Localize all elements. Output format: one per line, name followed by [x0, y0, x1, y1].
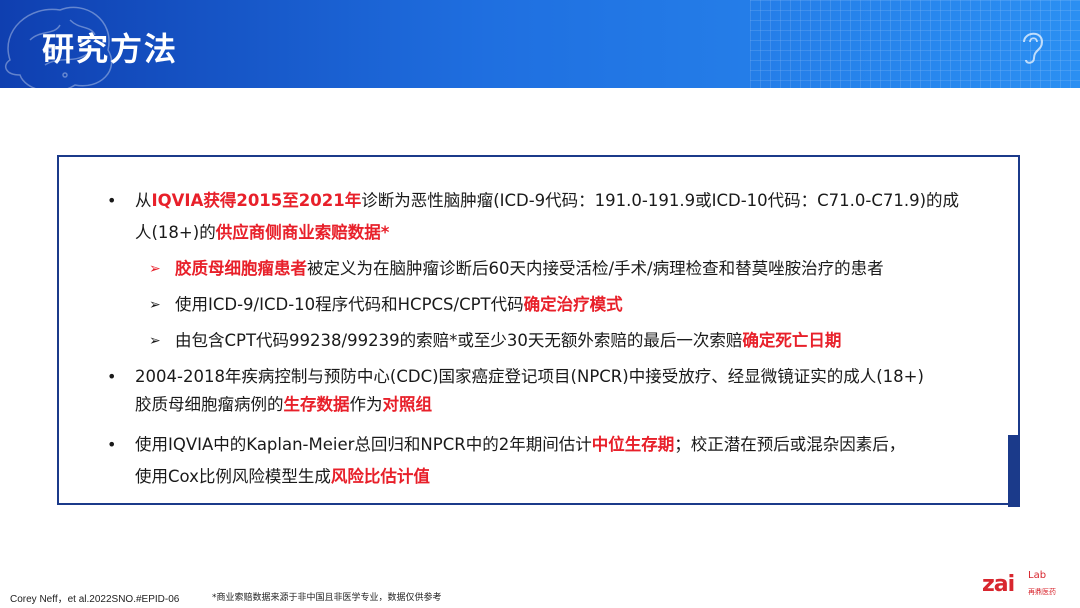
arrow-right-icon: ➢ — [149, 297, 161, 313]
logo-subtext: 再鼎医药 — [1028, 588, 1056, 596]
side-accent-bar — [1008, 435, 1020, 507]
citation: Corey Neff，et al.2022SNO.#EPID-06 — [10, 594, 180, 605]
sub-bullet-item: ➢ 使用ICD-9/ICD-10程序代码和HCPCS/CPT代码确定治疗模式 — [149, 292, 985, 318]
bullet-line: 胶质母细胞瘤病例的生存数据作为对照组 — [135, 395, 432, 414]
bullet-dot-icon: • — [107, 435, 117, 454]
arrow-right-icon: ➢ — [149, 261, 161, 277]
bullet-line: 使用Cox比例风险模型生成风险比估计值 — [135, 467, 430, 486]
page-title: 研究方法 — [42, 30, 179, 68]
bullet-dot-icon: • — [107, 191, 117, 210]
bullet-line: 使用IQVIA中的Kaplan-Meier总回归和NPCR中的2年期间估计中位生… — [135, 435, 906, 454]
arrow-right-icon: ➢ — [149, 333, 161, 349]
sub-bullet-item: ➢ 胶质母细胞瘤患者被定义为在脑肿瘤诊断后60天内接受活检/手术/病理检查和替莫… — [149, 256, 985, 282]
bullet-dot-icon: • — [107, 367, 117, 386]
bullet-item: • 使用IQVIA中的Kaplan-Meier总回归和NPCR中的2年期间估计中… — [107, 432, 995, 490]
sub-bullet-item: ➢ 由包含CPT代码99238/99239的索赔*或至少30天无额外索赔的最后一… — [149, 328, 985, 354]
content-box: • 从IQVIA获得2015至2021年诊断为恶性脑肿瘤(ICD-9代码：191… — [57, 155, 1020, 507]
logo-wordmark: zai — [982, 572, 1015, 597]
ear-outline-icon — [1023, 32, 1044, 64]
bullet-item: • 从IQVIA获得2015至2021年诊断为恶性脑肿瘤(ICD-9代码：191… — [107, 188, 995, 246]
bullet-item: • 2004-2018年疾病控制与预防中心(CDC)国家癌症登记项目(NPCR)… — [107, 364, 995, 418]
slide-header: 研究方法 — [0, 0, 1080, 88]
bullet-line: 人(18+)的供应商侧商业索赔数据* — [135, 223, 390, 242]
logo-lab: Lab — [1028, 570, 1047, 581]
bullet-line: 2004-2018年疾病控制与预防中心(CDC)国家癌症登记项目(NPCR)中接… — [135, 367, 924, 386]
zai-lab-logo: zai Lab 再鼎医药 — [982, 570, 1062, 600]
footnote: *商业索赔数据来源于非中国且非医学专业，数据仅供参考 — [212, 593, 442, 603]
bullet-line: 从IQVIA获得2015至2021年诊断为恶性脑肿瘤(ICD-9代码：191.0… — [135, 191, 960, 210]
